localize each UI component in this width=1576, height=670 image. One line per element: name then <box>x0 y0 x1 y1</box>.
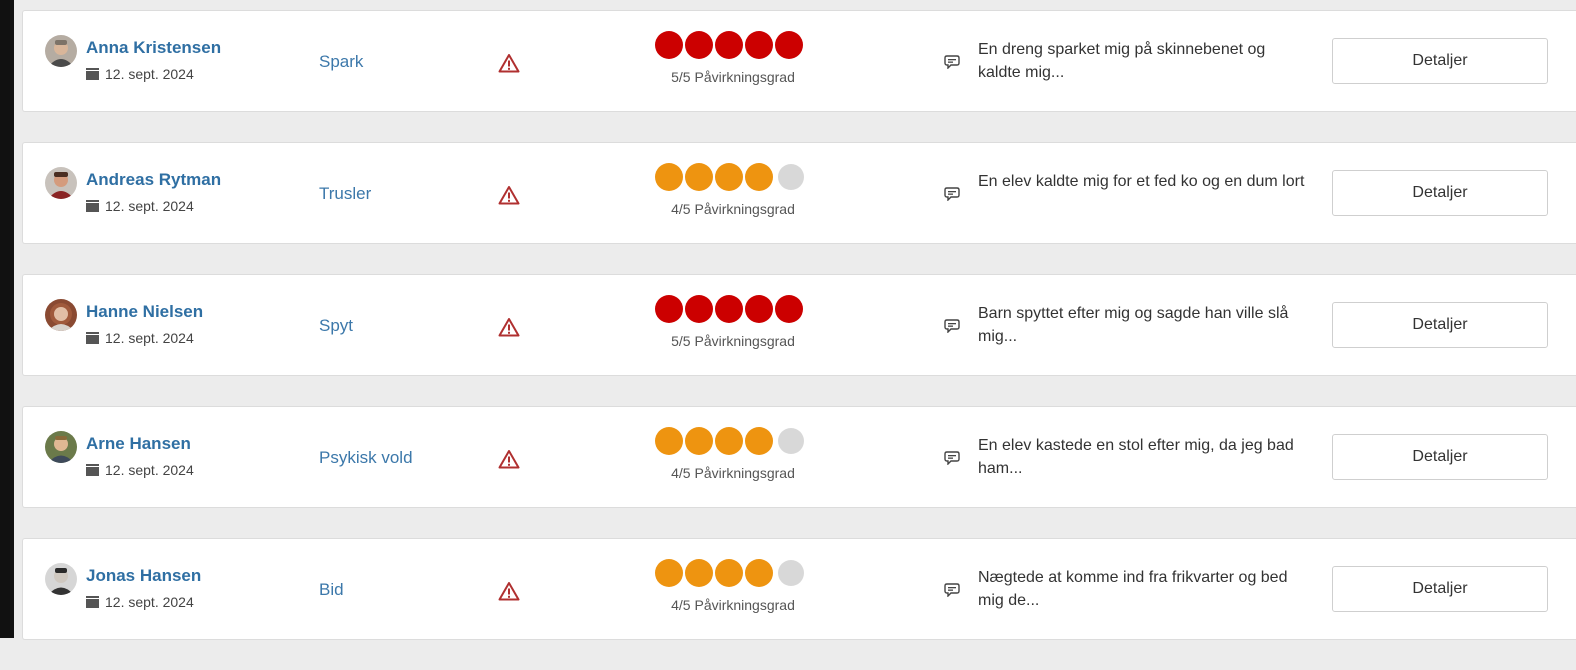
incident-card: Jonas Hansen 12. sept. 2024 Bid 4/5 Påvi… <box>22 538 1576 640</box>
category-link[interactable]: Psykisk vold <box>319 448 413 468</box>
calendar-icon <box>86 68 99 80</box>
severity-dot-filled <box>655 559 683 587</box>
details-button[interactable]: Detaljer <box>1332 38 1548 84</box>
date-text: 12. sept. 2024 <box>105 66 194 82</box>
incident-card: Arne Hansen 12. sept. 2024 Psykisk vold … <box>22 406 1576 508</box>
severity-dots <box>655 31 805 59</box>
severity-dot-filled <box>745 295 773 323</box>
severity-dot-filled <box>715 295 743 323</box>
severity-dot-filled <box>715 427 743 455</box>
severity-dot-filled <box>715 559 743 587</box>
category-link[interactable]: Spark <box>319 52 363 72</box>
severity-label: 4/5 Påvirkningsgrad <box>671 465 795 481</box>
warning-triangle-icon <box>498 186 520 205</box>
calendar-icon <box>86 200 99 212</box>
details-button[interactable]: Detaljer <box>1332 302 1548 348</box>
details-button[interactable]: Detaljer <box>1332 170 1548 216</box>
severity-dot-filled <box>745 163 773 191</box>
person-name-link[interactable]: Hanne Nielsen <box>86 302 203 322</box>
severity-dot-filled <box>715 31 743 59</box>
person-name-link[interactable]: Arne Hansen <box>86 434 191 454</box>
severity-dot-filled <box>685 163 713 191</box>
incident-list: Anna Kristensen 12. sept. 2024 Spark 5/5… <box>22 10 1576 670</box>
incident-date: 12. sept. 2024 <box>86 66 194 82</box>
avatar <box>45 167 77 199</box>
incident-date: 12. sept. 2024 <box>86 462 194 478</box>
severity-label: 4/5 Påvirkningsgrad <box>671 597 795 613</box>
severity-dot-filled <box>655 427 683 455</box>
warning-triangle-icon <box>498 582 520 601</box>
speech-bubble-icon <box>944 187 960 201</box>
avatar <box>45 431 77 463</box>
severity-dot-filled <box>745 427 773 455</box>
warning-triangle-icon <box>498 54 520 73</box>
incident-date: 12. sept. 2024 <box>86 198 194 214</box>
avatar <box>45 563 77 595</box>
incident-card: Hanne Nielsen 12. sept. 2024 Spyt 5/5 På… <box>22 274 1576 376</box>
severity-label: 4/5 Påvirkningsgrad <box>671 201 795 217</box>
speech-bubble-icon <box>944 451 960 465</box>
incident-card: Anna Kristensen 12. sept. 2024 Spark 5/5… <box>22 10 1576 112</box>
severity-dot-empty <box>778 164 804 190</box>
incident-comment: Barn spyttet efter mig og sagde han vill… <box>978 305 1289 345</box>
severity-dots <box>655 295 805 323</box>
incident-card: Andreas Rytman 12. sept. 2024 Trusler 4/… <box>22 142 1576 244</box>
severity-dots <box>655 163 806 191</box>
warning-triangle-icon <box>498 318 520 337</box>
avatar <box>45 35 77 67</box>
calendar-icon <box>86 464 99 476</box>
severity-label: 5/5 Påvirkningsgrad <box>671 333 795 349</box>
details-button[interactable]: Detaljer <box>1332 434 1548 480</box>
warning-triangle-icon <box>498 450 520 469</box>
incident-date: 12. sept. 2024 <box>86 330 194 346</box>
calendar-icon <box>86 596 99 608</box>
severity-dot-empty <box>778 428 804 454</box>
date-text: 12. sept. 2024 <box>105 594 194 610</box>
severity-dot-filled <box>745 31 773 59</box>
severity-dot-filled <box>655 295 683 323</box>
severity-dots <box>655 427 806 455</box>
person-name-link[interactable]: Andreas Rytman <box>86 170 221 190</box>
person-name-link[interactable]: Jonas Hansen <box>86 566 201 586</box>
date-text: 12. sept. 2024 <box>105 198 194 214</box>
category-link[interactable]: Trusler <box>319 184 371 204</box>
severity-dot-filled <box>685 559 713 587</box>
incident-comment: En dreng sparket mig på skinnebenet og k… <box>978 41 1266 81</box>
severity-dot-filled <box>685 31 713 59</box>
person-name-link[interactable]: Anna Kristensen <box>86 38 221 58</box>
incident-comment: En elev kastede en stol efter mig, da je… <box>978 437 1294 477</box>
calendar-icon <box>86 332 99 344</box>
speech-bubble-icon <box>944 583 960 597</box>
category-link[interactable]: Spyt <box>319 316 353 336</box>
severity-dot-filled <box>775 295 803 323</box>
severity-dots <box>655 559 806 587</box>
severity-dot-filled <box>745 559 773 587</box>
severity-dot-filled <box>775 31 803 59</box>
left-edge-strip <box>0 0 14 638</box>
severity-dot-filled <box>655 31 683 59</box>
severity-dot-filled <box>685 427 713 455</box>
speech-bubble-icon <box>944 55 960 69</box>
severity-dot-filled <box>685 295 713 323</box>
speech-bubble-icon <box>944 319 960 333</box>
avatar <box>45 299 77 331</box>
severity-dot-filled <box>715 163 743 191</box>
category-link[interactable]: Bid <box>319 580 344 600</box>
severity-label: 5/5 Påvirkningsgrad <box>671 69 795 85</box>
severity-dot-filled <box>655 163 683 191</box>
incident-comment: Nægtede at komme ind fra frikvarter og b… <box>978 569 1288 609</box>
date-text: 12. sept. 2024 <box>105 462 194 478</box>
incident-comment: En elev kaldte mig for et fed ko og en d… <box>978 173 1305 190</box>
date-text: 12. sept. 2024 <box>105 330 194 346</box>
severity-dot-empty <box>778 560 804 586</box>
details-button[interactable]: Detaljer <box>1332 566 1548 612</box>
incident-date: 12. sept. 2024 <box>86 594 194 610</box>
